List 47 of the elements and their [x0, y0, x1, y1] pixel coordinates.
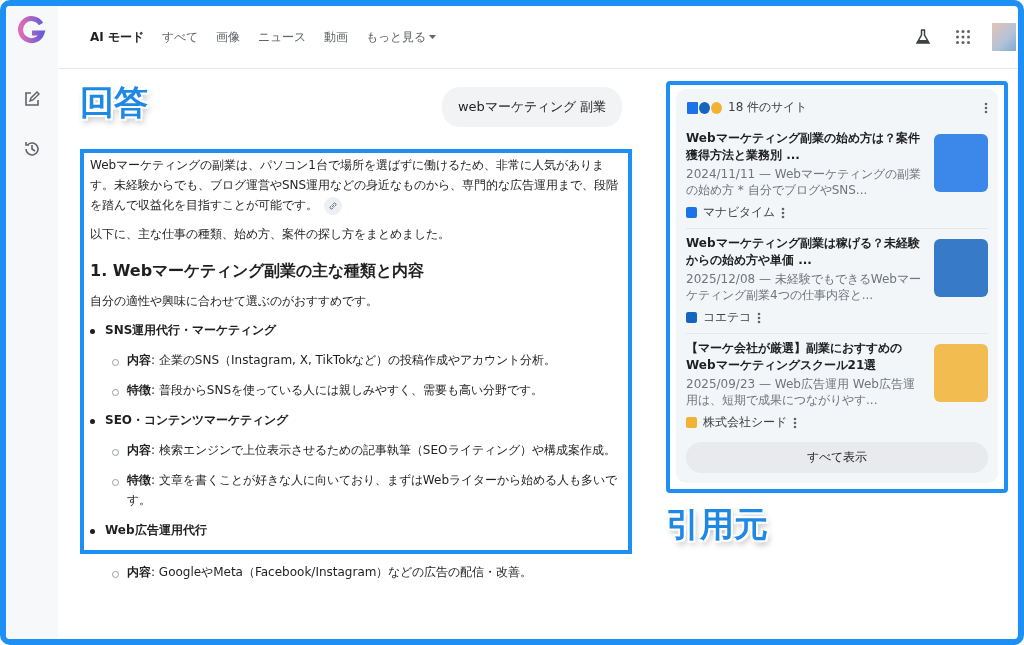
bullet-heading: SEO・コンテンツマーケティング	[105, 412, 289, 429]
site-name[interactable]: 株式会社シード	[703, 414, 787, 431]
source-snippet: 2024/11/11 — Webマーケティングの副業の始め方 * 自分でブログやSNS...	[686, 166, 922, 198]
link-icon[interactable]	[324, 196, 342, 215]
source-snippet: 2025/09/23 — Web広告運用 Web広告運用は、短期で成果につながりやす...	[686, 376, 916, 408]
photo-placeholder	[934, 239, 988, 297]
more-icon[interactable]	[757, 311, 761, 324]
site-name[interactable]: マナビタイム	[703, 204, 775, 221]
site-name[interactable]: コエテコ	[703, 309, 751, 326]
photo-placeholder	[934, 344, 988, 402]
annotation-label: 回答	[80, 85, 148, 119]
bullet-icon	[90, 329, 95, 334]
edit-icon[interactable]	[23, 90, 41, 108]
section-heading: 1. Webマーケティング副業の主な種類と内容	[90, 260, 426, 282]
bullet-text: 内容: 検索エンジンで上位表示させるための記事執筆（SEOライティング）や構成案作成。	[127, 442, 616, 459]
nav-tab[interactable]: 画像	[209, 24, 246, 50]
nav-tab[interactable]: AI モード	[84, 24, 150, 50]
more-icon[interactable]	[984, 101, 988, 114]
bullet-icon	[90, 419, 95, 424]
history-icon[interactable]	[23, 140, 41, 158]
site-icons-drawing	[686, 100, 722, 115]
logo-icon[interactable]	[17, 16, 47, 46]
show-all-button[interactable]: すべて表示	[686, 442, 988, 473]
source-title-link[interactable]: Webマーケティング副業は稼げる？未経験からの始め方や単価 ...	[686, 235, 926, 269]
more-icon[interactable]	[781, 206, 785, 219]
source-title-link[interactable]: Webマーケティング副業の始め方は？案件獲得方法と業務別 ...	[686, 130, 926, 164]
query-bubble: webマーケティング 副業	[442, 87, 622, 127]
source-title-link[interactable]: 【マーケ会社が厳選】副業におすすめのWebマーケティングスクール21選	[686, 340, 926, 374]
bullet-text: 特徴: 普段からSNSを使っている人には親しみやすく、需要も高い分野です。	[127, 382, 544, 399]
bullet-text: 内容: GoogleやMeta（Facebook/Instagram）などの広告の配信・改善。	[127, 564, 533, 581]
nav-tab[interactable]: すべて	[155, 24, 204, 50]
answer-paragraph: 自分の適性や興味に合わせて選ぶのがおすすめです。	[90, 293, 379, 310]
annotation-label: 引用元	[666, 507, 768, 541]
bullet-heading: SNS運用代行・マーケティング	[105, 322, 277, 339]
answer-paragraph: 以下に、主な仕事の種類、始め方、案件の探し方をまとめました。	[90, 226, 451, 243]
nav-tab[interactable]: 動画	[317, 24, 354, 50]
source-snippet: 2025/12/08 — 未経験でもできるWebマーケティング副業4つの仕事内容と...	[686, 271, 922, 303]
more-icon[interactable]	[793, 416, 797, 429]
photo-placeholder	[934, 134, 988, 192]
bullet-text: 特徴: 文章を書くことが好きな人に向いており、まずはWebライターから始める人も多いです。	[127, 472, 619, 509]
bullet-text: 内容: 企業のSNS（Instagram, X, TikTokなど）の投稿作成やアカウント分析。	[127, 352, 557, 369]
source-count: 18 件のサイト	[728, 99, 809, 116]
nav-tab[interactable]: ニュース	[251, 24, 312, 50]
nav-tab[interactable]: もっと見る	[359, 24, 442, 50]
answer-paragraph: Webマーケティングの副業は、パソコン1台で場所を選ばずに働けるため、非常に人気があります。未経験からでも、ブログ運営やSNS運用などの身近なものから、専門的な広告運用まで、段階を踏んで収益化を目指すことが可能です。	[90, 155, 622, 215]
bullet-icon	[90, 529, 95, 534]
bullet-heading: Web広告運用代行	[105, 522, 207, 539]
